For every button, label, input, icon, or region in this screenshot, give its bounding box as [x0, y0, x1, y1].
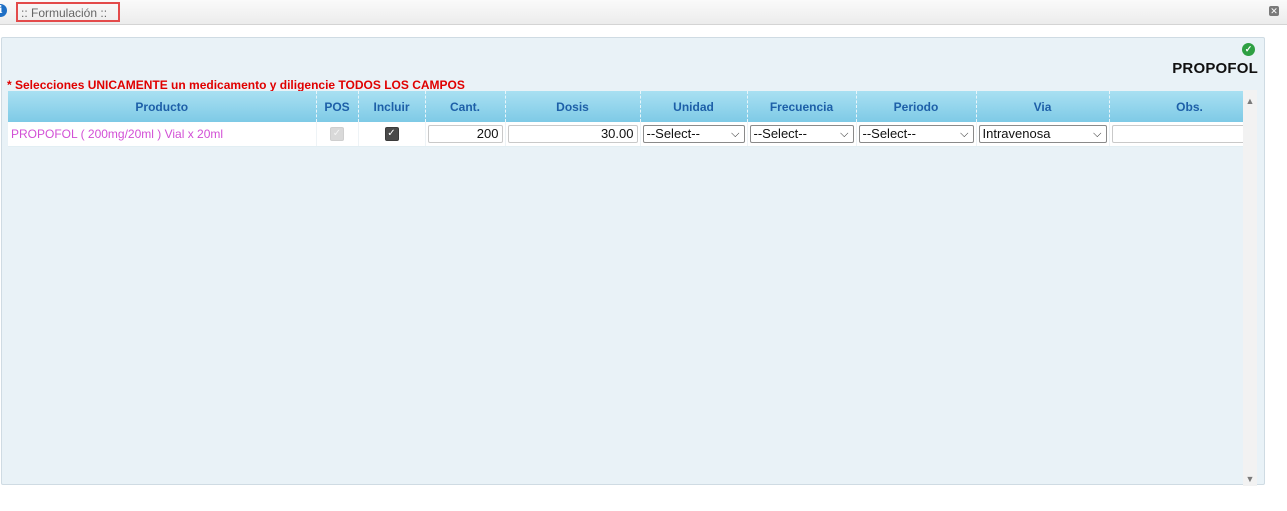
period-select-value: --Select-- [862, 125, 916, 141]
selected-drug-title: PROPOFOL [1172, 60, 1258, 77]
col-header-cant[interactable]: Cant. [425, 91, 506, 122]
route-select[interactable]: Intravenosa ⌵ [978, 124, 1107, 143]
chevron-down-icon: ⌵ [840, 127, 849, 140]
col-header-unidad[interactable]: Unidad [640, 91, 748, 122]
chevron-down-icon: ⌵ [960, 127, 969, 140]
cant-cell: 200 [425, 122, 506, 147]
window-title: :: Formulación :: [16, 2, 120, 22]
col-header-frecuencia[interactable]: Frecuencia [747, 91, 857, 122]
unit-select-value: --Select-- [646, 125, 700, 141]
vertical-scrollbar[interactable]: ▲ ▼ [1243, 90, 1257, 486]
chevron-down-icon: ⌵ [731, 127, 740, 140]
unit-select[interactable]: --Select-- ⌵ [642, 124, 745, 143]
col-header-producto[interactable]: Producto [8, 91, 317, 122]
periodo-cell: --Select-- ⌵ [856, 122, 977, 147]
scroll-up-icon[interactable]: ▲ [1243, 94, 1257, 108]
via-cell: Intravenosa ⌵ [976, 122, 1110, 147]
medication-grid: Producto POS Incluir Cant. Dosis Unidad … [8, 91, 1244, 483]
frecuencia-cell: --Select-- ⌵ [747, 122, 857, 147]
unidad-cell: --Select-- ⌵ [640, 122, 748, 147]
obs-cell [1109, 122, 1244, 147]
formulation-panel: ✓ PROPOFOL * Selecciones UNICAMENTE un m… [1, 37, 1265, 485]
col-header-pos[interactable]: POS [316, 91, 359, 122]
incluir-cell: ✓ [358, 122, 426, 147]
scroll-down-icon[interactable]: ▼ [1243, 472, 1257, 486]
chevron-down-icon: ⌵ [1093, 127, 1102, 140]
frequency-select-value: --Select-- [753, 125, 807, 141]
instruction-note: * Selecciones UNICAMENTE un medicamento … [7, 78, 465, 92]
period-select[interactable]: --Select-- ⌵ [858, 124, 974, 143]
route-select-value: Intravenosa [982, 125, 1051, 141]
window-titlebar: i :: Formulación :: ✕ [0, 0, 1287, 25]
quantity-input[interactable]: 200 [427, 124, 503, 143]
grid-header-row: Producto POS Incluir Cant. Dosis Unidad … [8, 91, 1244, 122]
col-header-via[interactable]: Via [976, 91, 1110, 122]
check-circle-icon: ✓ [1242, 43, 1255, 56]
include-checkbox[interactable]: ✓ [384, 127, 399, 142]
dosis-cell: 30.00 [505, 122, 641, 147]
col-header-incluir[interactable]: Incluir [358, 91, 426, 122]
col-header-periodo[interactable]: Periodo [856, 91, 977, 122]
pos-checkbox: ✓ [330, 127, 344, 142]
col-header-dosis[interactable]: Dosis [505, 91, 641, 122]
info-icon: i [0, 4, 7, 17]
col-header-obs[interactable]: Obs. [1109, 91, 1244, 122]
table-row[interactable]: PROPOFOL ( 200mg/20ml ) Vial x 20ml ✓ ✓ … [8, 122, 1244, 147]
product-name-cell[interactable]: PROPOFOL ( 200mg/20ml ) Vial x 20ml [8, 122, 317, 147]
dose-input[interactable]: 30.00 [507, 124, 638, 143]
frequency-select[interactable]: --Select-- ⌵ [749, 124, 854, 143]
close-icon[interactable]: ✕ [1269, 6, 1279, 16]
pos-cell: ✓ [316, 122, 359, 147]
observations-input[interactable] [1111, 124, 1244, 143]
